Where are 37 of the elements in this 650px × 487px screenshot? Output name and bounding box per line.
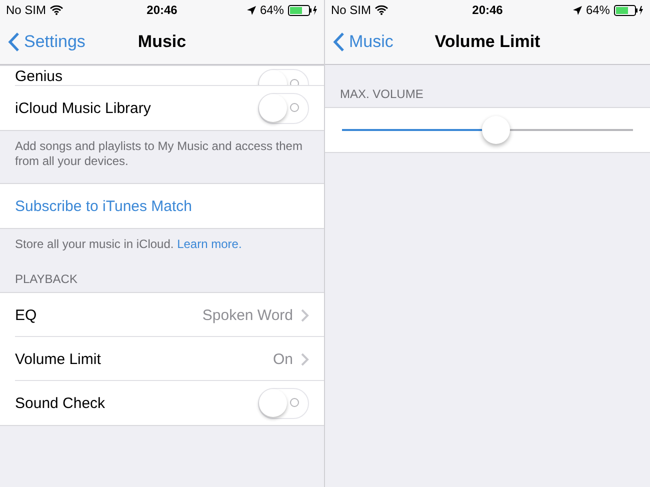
back-button[interactable]: Settings — [0, 32, 86, 52]
carrier-text: No SIM — [331, 3, 372, 17]
back-button[interactable]: Music — [325, 32, 394, 52]
setting-label: EQ — [15, 306, 38, 324]
time-text: 20:46 — [472, 3, 503, 17]
learn-more-link[interactable]: Learn more. — [177, 237, 242, 251]
battery-charging-icon — [614, 4, 644, 16]
chevron-icon — [301, 352, 309, 366]
battery-charging-icon — [288, 4, 318, 16]
section-header: MAX. VOLUME — [339, 87, 424, 103]
setting-label: Volume Limit — [15, 350, 102, 368]
footer-note: Add songs and playlists to My Music and access them from all your devices. — [15, 139, 302, 168]
battery-percent: 64% — [586, 3, 610, 17]
screen-title: Volume Limit — [434, 32, 540, 52]
section-header: PLAYBACK — [14, 272, 78, 288]
subscribe-link[interactable]: Subscribe to iTunes Match — [15, 198, 192, 214]
toggle-switch[interactable] — [258, 388, 309, 418]
setting-label: iCloud Music Library — [15, 100, 152, 116]
time-text: 20:46 — [146, 3, 178, 17]
location-arrow-icon — [246, 6, 256, 14]
setting-value: On — [272, 350, 293, 368]
location-arrow-icon — [572, 6, 582, 14]
chevron-icon — [301, 308, 309, 322]
back-chevron-icon — [8, 32, 20, 52]
setting-label: Genius — [15, 68, 64, 85]
carrier-text: No SIM — [6, 3, 46, 17]
wifi-icon — [50, 5, 64, 15]
slider-thumb[interactable] — [482, 116, 510, 144]
toggle-switch[interactable] — [258, 92, 309, 124]
back-chevron-icon — [333, 32, 345, 52]
volume-slider[interactable] — [342, 116, 633, 144]
screen-title: Music — [138, 32, 186, 52]
setting-value: Spoken Word — [202, 306, 293, 324]
wifi-icon — [375, 5, 388, 15]
setting-label: Sound Check — [15, 394, 106, 412]
battery-percent: 64% — [260, 3, 284, 17]
footer-note: Store all your music in iCloud. Learn more. — [15, 237, 242, 251]
